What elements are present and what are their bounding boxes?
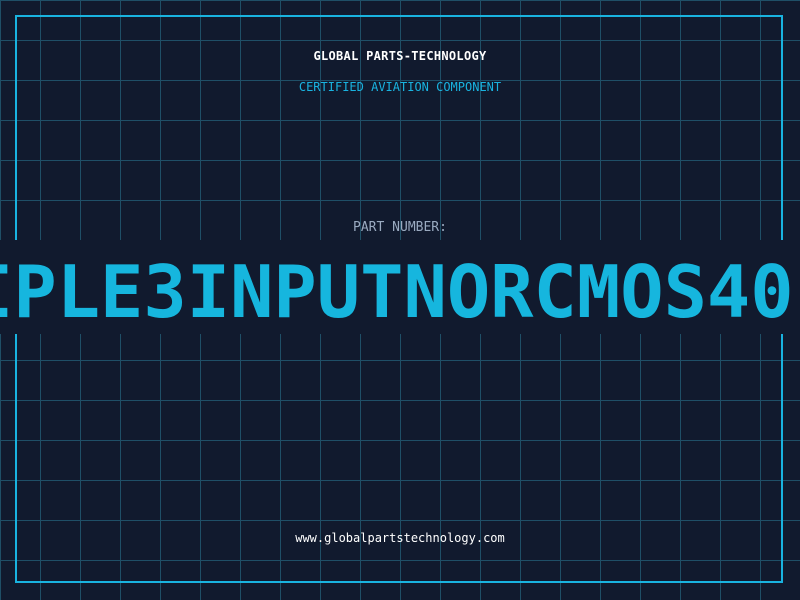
part-number-value: IPLE3INPUTNORCMOS40	[0, 250, 794, 334]
certification-subtitle: CERTIFIED AVIATION COMPONENT	[298, 80, 502, 94]
part-number-band: IPLE3INPUTNORCMOS40	[0, 240, 800, 334]
website-url: www.globalpartstechnology.com	[295, 531, 505, 545]
company-name: GLOBAL PARTS-TECHNOLOGY	[313, 49, 487, 63]
part-certificate-page: GLOBAL PARTS-TECHNOLOGY CERTIFIED AVIATI…	[0, 0, 800, 600]
part-number-label: PART NUMBER:	[353, 220, 447, 235]
